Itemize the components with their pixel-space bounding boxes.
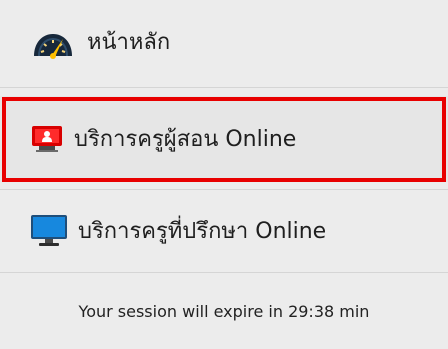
desktop-monitor-icon: [30, 214, 68, 248]
teacher-presentation-icon: [30, 124, 64, 154]
sidebar-item-label: หน้าหลัก: [87, 29, 171, 55]
sidebar-item-teacher-online[interactable]: บริการครูผู้สอน Online: [0, 96, 448, 182]
sidebar-item-label: บริการครูที่ปรึกษา Online: [78, 219, 327, 244]
sidebar-item-advisor-online[interactable]: บริการครูที่ปรึกษา Online: [0, 189, 448, 273]
dashboard-gauge-icon: [31, 28, 75, 60]
session-expiry-text: Your session will expire in 29:38 min: [0, 274, 448, 349]
sidebar-menu: หน้าหลัก บริการครูผู้สอน Online บริการคร…: [0, 0, 448, 349]
sidebar-item-label: บริการครูผู้สอน Online: [74, 127, 297, 152]
sidebar-item-home[interactable]: หน้าหลัก: [0, 0, 448, 88]
